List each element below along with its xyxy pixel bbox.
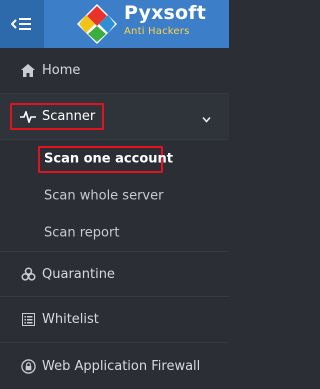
sidebar-item-label: Quarantine [42, 266, 115, 282]
submenu-item-label: Scan report [44, 225, 120, 240]
sidebar-toggle-button[interactable] [0, 0, 44, 48]
sidebar-item-whitelist[interactable]: Whitelist [0, 297, 229, 343]
submenu-item-scan-report[interactable]: Scan report [0, 214, 229, 251]
submenu-item-scan-one-account[interactable]: Scan one account [0, 140, 229, 177]
submenu-item-label: Scan one account [44, 151, 173, 166]
collapse-menu-icon [11, 18, 31, 30]
chevron-down-icon[interactable] [202, 107, 211, 126]
scanner-submenu: Scan one account Scan whole server Scan … [0, 140, 229, 251]
sidebar-item-label: Home [42, 63, 81, 78]
pyxsoft-logo [77, 4, 117, 44]
sidebar-item-quarantine[interactable]: Quarantine [0, 251, 229, 297]
sidebar-item-label: Whitelist [42, 312, 99, 327]
lock-icon [20, 358, 36, 374]
brand-name: Pyxsoft [124, 2, 207, 24]
sidebar-item-home[interactable]: Home [0, 48, 229, 94]
home-icon [20, 63, 36, 79]
sidebar-item-web-application-firewall[interactable]: Web Application Firewall [0, 343, 229, 389]
pulse-icon [20, 109, 36, 125]
submenu-item-label: Scan whole server [44, 188, 164, 203]
list-icon [20, 312, 36, 328]
submenu-item-scan-whole-server[interactable]: Scan whole server [0, 177, 229, 214]
brand-subtitle: Anti Hackers [124, 26, 190, 37]
sidebar-item-label: Scanner [42, 109, 96, 124]
top-header: Pyxsoft Anti Hackers [0, 0, 229, 48]
biohazard-icon [20, 266, 36, 282]
sidebar-nav: Home Scanner Scan one account Scan whole… [0, 48, 229, 389]
sidebar-item-label: Web Application Firewall [42, 358, 201, 374]
sidebar-item-scanner[interactable]: Scanner [0, 94, 229, 140]
